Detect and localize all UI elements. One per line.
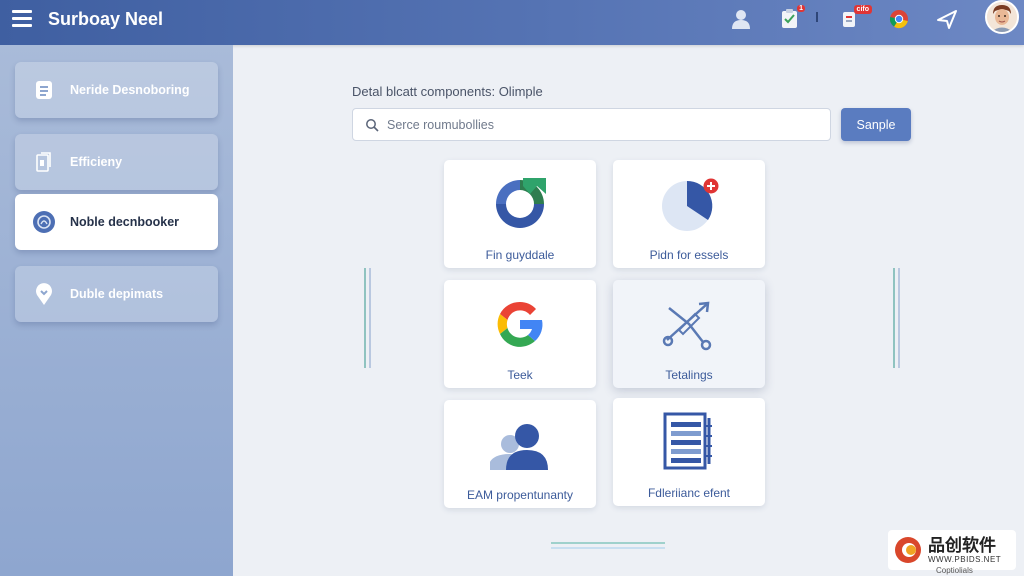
- divider-right-2: [898, 268, 900, 368]
- notification-icon[interactable]: cifo: [840, 5, 872, 30]
- notification-badge: cifo: [853, 5, 872, 14]
- avatar[interactable]: [985, 0, 1019, 34]
- tile-teek[interactable]: Teek: [444, 280, 596, 388]
- top-header: Surboay Neel 1 cifo: [0, 0, 1024, 45]
- tile-label: Fdleriianc efent: [647, 486, 731, 500]
- sidebar-item-noble[interactable]: Noble decnbooker: [15, 194, 218, 250]
- sidebar-item-efficieny[interactable]: Efficieny: [15, 134, 218, 190]
- sample-button[interactable]: Sanple: [841, 108, 911, 141]
- tile-label: EAM propentunanty: [466, 488, 574, 502]
- tile-label: Teek: [507, 368, 533, 382]
- watermark-url: WWW.PBIDS.NET: [928, 554, 1002, 564]
- app-title: Surboay Neel: [48, 9, 164, 29]
- sidebar-item-neride[interactable]: Neride Desnoboring: [15, 62, 218, 118]
- tile-label: Pidn for essels: [649, 248, 729, 262]
- clipboard-icon[interactable]: 1: [779, 5, 805, 30]
- send-icon[interactable]: [936, 8, 958, 30]
- watermark-sub: Coptiolials: [936, 566, 973, 575]
- divider-right: [893, 268, 895, 368]
- pie-chart-icon: [662, 178, 719, 231]
- sidebar-item-duble[interactable]: Duble depimats: [15, 266, 218, 322]
- divider-left-2: [369, 268, 371, 368]
- bottom-divider: [551, 542, 665, 544]
- users-icon: [490, 424, 548, 470]
- clipboard-badge: 1: [797, 5, 805, 12]
- tile-label: Fin guyddale: [485, 248, 555, 262]
- search-box[interactable]: [352, 108, 831, 141]
- divider-left: [364, 268, 366, 368]
- user-icon[interactable]: [730, 8, 752, 30]
- sidebar: Neride Desnoboring Efficieny Noble decnb…: [0, 45, 233, 576]
- search-icon: [366, 118, 379, 132]
- page-subtitle: Detal blcatt components: Olimple: [352, 84, 543, 99]
- watermark: 品创软件 WWW.PBIDS.NET: [888, 530, 1016, 570]
- file-icon: [31, 149, 57, 175]
- tile-fin-guyddale[interactable]: Fin guyddale: [444, 160, 596, 268]
- tile-fdleriianc[interactable]: Fdleriianc efent: [613, 398, 765, 506]
- tile-eam[interactable]: EAM propentunanty: [444, 400, 596, 508]
- list-document-icon: [663, 412, 712, 470]
- menu-icon[interactable]: [12, 10, 32, 28]
- tile-label: Tetalings: [665, 368, 713, 382]
- document-icon: [31, 77, 57, 103]
- sidebar-item-label: Duble depimats: [70, 287, 164, 301]
- sidebar-item-label: Neride Desnoboring: [70, 83, 190, 97]
- google-icon: [497, 301, 543, 347]
- tile-pidn-for-essels[interactable]: Pidn for essels: [613, 160, 765, 268]
- tools-icon: [662, 301, 712, 351]
- location-pin-icon: [31, 281, 57, 307]
- watermark-logo-icon: [895, 537, 921, 563]
- watermark-brand: 品创软件: [928, 535, 996, 555]
- tile-tetalings[interactable]: Tetalings: [613, 280, 765, 388]
- header-divider: [816, 12, 818, 22]
- sidebar-item-label: Noble decnbooker: [70, 215, 180, 229]
- shield-icon: [31, 209, 57, 235]
- chrome-icon[interactable]: [888, 8, 910, 30]
- sidebar-item-label: Efficieny: [70, 155, 123, 169]
- ring-chart-icon: [496, 178, 546, 228]
- bottom-divider-2: [551, 547, 665, 549]
- search-input[interactable]: [387, 117, 807, 132]
